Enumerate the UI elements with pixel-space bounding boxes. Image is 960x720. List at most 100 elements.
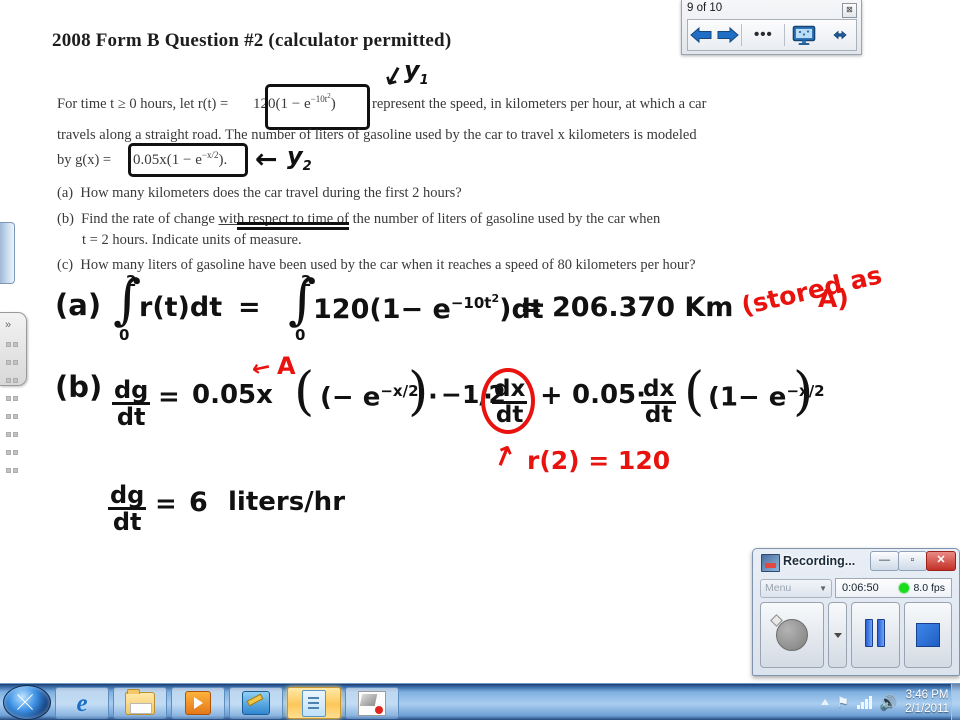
forward-arrow-icon: [717, 26, 739, 44]
dg-dt-fraction-answer: dg dt: [108, 481, 147, 537]
recorder-readout: 0:06:50 8.0 fps: [835, 578, 952, 598]
integral-1-lower: 0: [119, 326, 130, 344]
taskbar-item-media-player[interactable]: [171, 687, 225, 719]
problem-line-2: travels along a straight road. The numbe…: [57, 127, 697, 143]
clock[interactable]: 3:46 PM 2/1/2011: [905, 688, 949, 716]
annotation-A: A: [277, 352, 296, 380]
resize-horizontal-icon: [833, 30, 847, 40]
record-options-button[interactable]: [828, 602, 847, 668]
handdrawn-box-g: [128, 143, 248, 177]
recorder-title: Recording...: [783, 554, 856, 568]
term-005-dot: 0.05·: [572, 380, 647, 410]
recording-indicator-icon: [899, 583, 910, 593]
open-paren-b2: (: [684, 362, 705, 422]
recorder-window[interactable]: Recording... — ▫ ✕ Menu ▼ 0:06:50 8.0 fp…: [752, 548, 960, 676]
annotation-stored-as-A: A): [818, 284, 849, 313]
taskbar-item-paint[interactable]: [229, 687, 283, 719]
snipping-tool-icon: [358, 690, 386, 716]
toolbar-flyout-pad[interactable]: »: [0, 312, 27, 473]
paint-icon: [242, 691, 270, 715]
open-paren-b1: (: [294, 362, 315, 422]
ellipsis-icon: •••: [754, 26, 773, 43]
windows-logo-icon: [16, 694, 34, 710]
system-tray[interactable]: ⚑ 🔊 3:46 PM 2/1/2011: [820, 684, 957, 720]
fps-value: 8.0 fps: [913, 582, 945, 594]
problem-part-c: (c) How many liters of gasoline have bee…: [57, 257, 696, 273]
record-button[interactable]: [760, 602, 824, 668]
pause-button[interactable]: [851, 602, 900, 668]
nav-button-group[interactable]: •••: [687, 19, 857, 51]
integral-1-body: r(t)dt: [139, 292, 223, 323]
neg-exp-term-1: (− e−x/2: [320, 382, 419, 413]
action-center-icon[interactable]: ⚑: [837, 695, 850, 709]
page-indicator: 9 of 10: [687, 2, 723, 14]
resize-handle[interactable]: [824, 20, 856, 50]
minimize-button[interactable]: —: [870, 551, 899, 571]
problem-part-b-line2: t = 2 hours. Indicate units of measure.: [82, 232, 302, 248]
display-button[interactable]: [785, 20, 823, 50]
problem-line-1b: represent the speed, in kilometers per h…: [372, 96, 707, 112]
red-circle-highlight: [481, 368, 535, 434]
page-nav-toolbar[interactable]: 9 of 10 ⊠ •••: [681, 0, 862, 55]
integral-1-upper: 2: [126, 272, 137, 290]
stop-button[interactable]: [903, 602, 952, 668]
forward-button[interactable]: [715, 20, 742, 50]
sidebar-edge-strip[interactable]: [0, 222, 15, 284]
page-title: 2008 Form B Question #2 (calculator perm…: [52, 30, 452, 51]
pause-icon: [863, 618, 887, 652]
annotation-y1: y1: [404, 56, 429, 88]
show-hidden-icons-icon[interactable]: [820, 699, 829, 705]
network-signal-icon[interactable]: [857, 695, 872, 709]
close-paren-b1: ): [408, 362, 429, 422]
dot-grid-icon: [5, 335, 22, 479]
back-button[interactable]: [688, 20, 715, 50]
integral-2-lower: 0: [295, 326, 306, 344]
close-icon[interactable]: ⊠: [842, 3, 857, 18]
start-button[interactable]: [3, 685, 51, 720]
back-arrow-icon: [690, 26, 712, 44]
clock-date: 2/1/2011: [905, 703, 949, 715]
handdrawn-underline-2: [237, 227, 349, 230]
elapsed-time: 0:06:50: [842, 582, 879, 594]
taskbar-item-snipping-tool[interactable]: [345, 687, 399, 719]
handdrawn-box-r: [265, 84, 370, 130]
taskbar[interactable]: e ⚑ 🔊 3:46 PM 2/1/2011: [0, 683, 960, 720]
menu-label: Menu: [765, 582, 792, 594]
handwriting-label-b: (b): [55, 370, 103, 404]
monitor-icon: [793, 25, 816, 45]
menu-dropdown[interactable]: Menu ▼: [760, 578, 832, 598]
recorder-controls: [760, 602, 952, 668]
annotation-arrow-A: ←: [249, 354, 273, 383]
close-button[interactable]: ✕: [926, 551, 956, 571]
dx-dt-fraction-2: dx dt: [641, 376, 677, 429]
plus-sign: +: [540, 380, 563, 411]
equals-sign-b: =: [158, 382, 180, 412]
annotation-y2: y2: [287, 142, 312, 174]
volume-icon[interactable]: 🔊: [880, 695, 897, 709]
answer-equals: =: [155, 489, 177, 519]
annotation-arrow-r2: ↑: [486, 436, 521, 477]
problem-part-b: (b) Find the rate of change with respect…: [57, 211, 661, 227]
more-options-button[interactable]: •••: [742, 20, 784, 50]
handwriting-label-a: (a): [55, 288, 102, 322]
equals-sign-2: =: [520, 292, 543, 323]
journal-note-icon: [302, 689, 326, 717]
annotation-arrow-y2: ←: [255, 144, 278, 175]
dot-operator-1: ·: [428, 382, 438, 412]
maximize-button[interactable]: ▫: [898, 551, 927, 571]
media-player-icon: [185, 691, 211, 715]
recorder-title-bar[interactable]: Recording... — ▫ ✕: [753, 549, 959, 575]
annotation-stored-as: (stored as: [738, 260, 885, 321]
answer-b-value: 6: [189, 487, 208, 518]
show-desktop-button[interactable]: [951, 684, 960, 720]
taskbar-item-journal-note[interactable]: [287, 687, 341, 719]
recorder-app-icon: [761, 554, 780, 572]
record-icon: [776, 619, 808, 651]
taskbar-item-internet-explorer[interactable]: e: [55, 687, 109, 719]
handdrawn-underline-1: [237, 222, 349, 225]
integral-2-upper: 2: [301, 272, 312, 290]
problem-line-3a: by g(x) =: [57, 152, 112, 168]
problem-part-a: (a) How many kilometers does the car tra…: [57, 185, 462, 201]
taskbar-item-windows-explorer[interactable]: [113, 687, 167, 719]
integral-2-body: 120(1− e−10t2)dt: [313, 292, 544, 325]
